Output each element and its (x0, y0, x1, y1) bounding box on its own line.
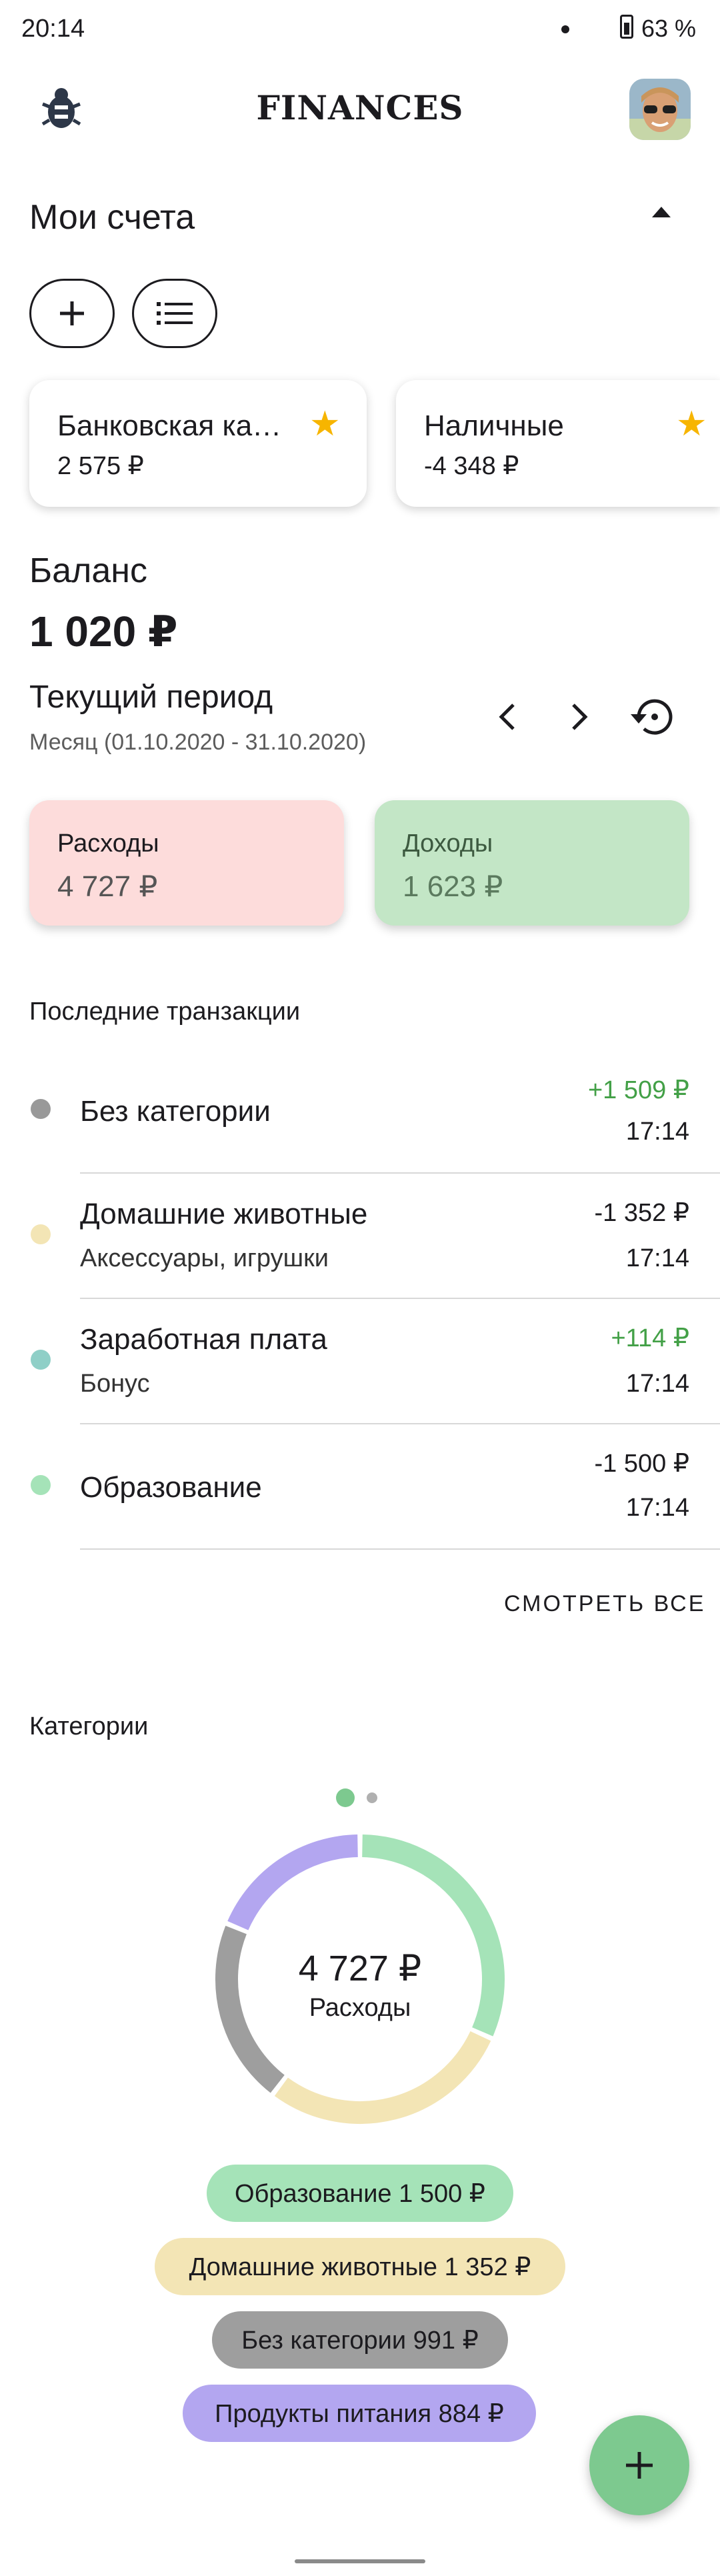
transactions-heading: Последние транзакции (29, 998, 301, 1026)
income-card[interactable]: Доходы 1 623 ₽ (375, 800, 689, 926)
chevron-left-icon (499, 704, 515, 730)
donut-slice[interactable] (274, 2031, 491, 2124)
category-chip[interactable]: Без категории 991 ₽ (212, 2311, 508, 2369)
donut-slice[interactable] (227, 1834, 359, 1930)
plus-icon (626, 2452, 653, 2479)
transaction-time: 17:14 (625, 1494, 689, 1522)
expenses-card[interactable]: Расходы 4 727 ₽ (29, 800, 344, 926)
donut-total-label: Расходы (309, 1994, 411, 2022)
donut-total: 4 727 ₽ (298, 1949, 422, 1989)
battery-icon (620, 15, 633, 39)
reset-period-button[interactable] (628, 694, 675, 740)
transaction-time: 17:14 (625, 1118, 689, 1146)
previous-period-button[interactable] (484, 694, 531, 740)
battery-level: 63 % (641, 15, 697, 42)
transaction-row[interactable]: Образование -1 500 ₽ 17:14 (0, 1424, 720, 1550)
account-balance: -4 348 ₽ (424, 452, 519, 480)
status-time: 20:14 (21, 15, 85, 43)
category-chip[interactable]: Продукты питания 884 ₽ (183, 2385, 536, 2442)
income-value: 1 623 ₽ (403, 870, 503, 903)
category-dot (31, 1475, 51, 1495)
transaction-amount: +114 ₽ (611, 1324, 689, 1352)
period-range: Месяц (01.10.2020 - 31.10.2020) (29, 730, 367, 755)
transaction-title: Заработная плата (80, 1323, 327, 1356)
expenses-value: 4 727 ₽ (57, 870, 158, 903)
categories-heading: Категории (29, 1712, 149, 1740)
account-name: Наличные (424, 409, 564, 442)
transaction-row[interactable]: Домашние животные Аксессуары, игрушки -1… (0, 1174, 720, 1299)
transaction-time: 17:14 (625, 1370, 689, 1398)
add-account-button[interactable] (29, 279, 115, 348)
category-dot (31, 1350, 51, 1370)
category-dot (31, 1224, 51, 1244)
history-icon (631, 699, 673, 735)
pager-dot[interactable] (367, 1792, 377, 1803)
transaction-time: 17:14 (625, 1244, 689, 1272)
transaction-title: Без категории (80, 1095, 271, 1128)
accounts-heading: Мои счета (29, 198, 195, 237)
transaction-row[interactable]: Заработная плата Бонус +114 ₽ 17:14 (0, 1299, 720, 1424)
transaction-row[interactable]: Без категории +1 509 ₽ 17:14 (0, 1048, 720, 1174)
account-name: Банковская ка… (57, 409, 282, 442)
list-icon (157, 302, 193, 325)
next-period-button[interactable] (556, 694, 603, 740)
expenses-label: Расходы (57, 830, 159, 858)
transaction-amount: -1 500 ₽ (594, 1450, 689, 1478)
income-label: Доходы (403, 830, 493, 858)
transaction-title: Образование (80, 1471, 262, 1504)
avatar[interactable] (629, 79, 691, 140)
chevron-right-icon (572, 704, 588, 730)
app-title: FINANCES (256, 88, 464, 127)
pager-dot-active[interactable] (336, 1788, 355, 1807)
category-chip[interactable]: Образование 1 500 ₽ (207, 2165, 513, 2222)
account-card[interactable]: Банковская ка… 2 575 ₽ ★ (29, 380, 367, 507)
divider (80, 1548, 720, 1550)
transaction-amount: +1 509 ₽ (587, 1076, 689, 1104)
balance-value: 1 020 ₽ (29, 607, 178, 656)
collapse-chevron-icon[interactable] (652, 207, 671, 217)
transaction-amount: -1 352 ₽ (594, 1199, 689, 1227)
period-heading: Текущий период (29, 680, 273, 715)
plus-icon (60, 301, 84, 325)
notification-dot-icon (561, 25, 569, 33)
transaction-subtitle: Бонус (80, 1370, 150, 1398)
account-card[interactable]: Наличные -4 348 ₽ ★ (396, 380, 720, 507)
transaction-subtitle: Аксессуары, игрушки (80, 1244, 329, 1272)
category-chip[interactable]: Домашние животные 1 352 ₽ (155, 2238, 565, 2295)
category-dot (31, 1099, 51, 1119)
add-transaction-fab[interactable] (589, 2415, 689, 2515)
accounts-list-button[interactable] (132, 279, 217, 348)
transaction-title: Домашние животные (80, 1198, 368, 1230)
favorite-star-icon[interactable]: ★ (676, 404, 707, 444)
account-balance: 2 575 ₽ (57, 452, 144, 480)
see-all-button[interactable]: СМОТРЕТЬ ВСЕ (504, 1591, 705, 1617)
balance-heading: Баланс (29, 551, 148, 590)
home-indicator[interactable] (295, 2559, 425, 2563)
favorite-star-icon[interactable]: ★ (309, 404, 341, 444)
